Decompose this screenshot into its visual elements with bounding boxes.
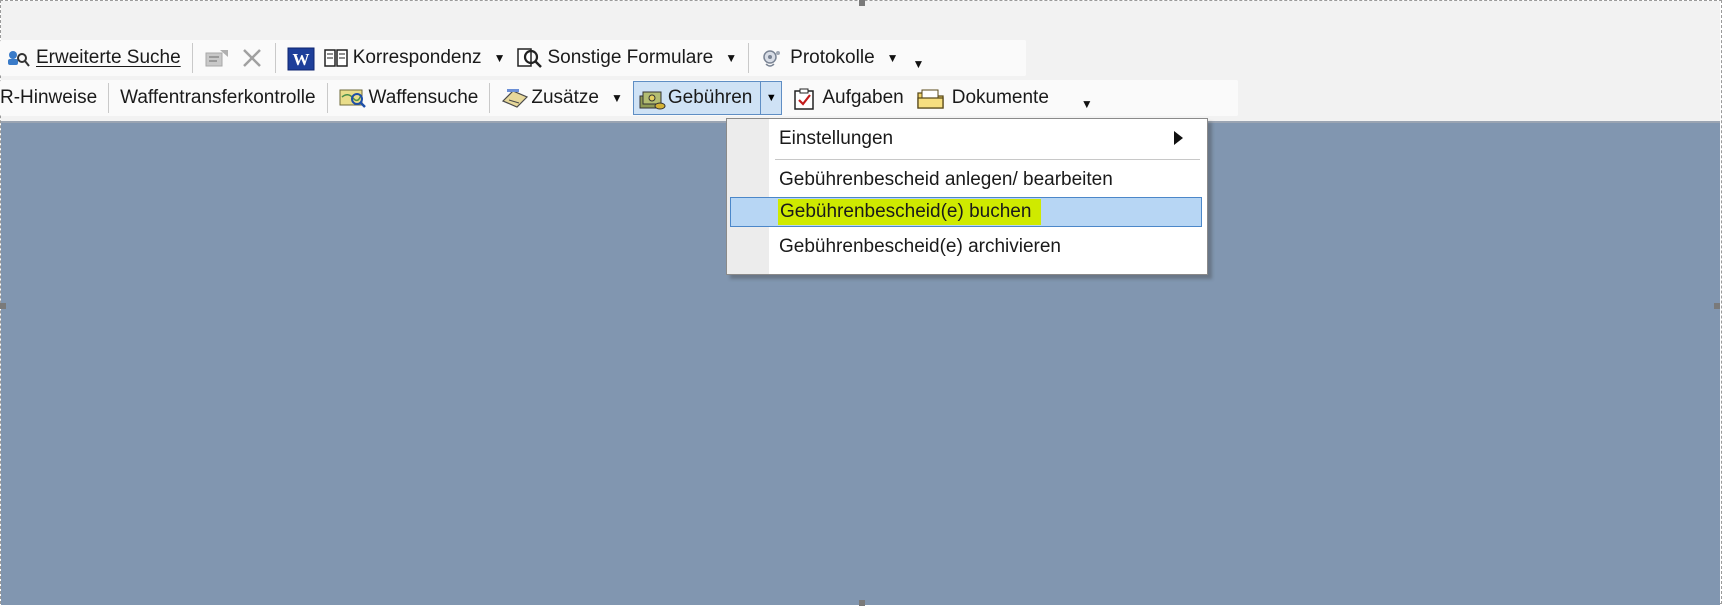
hints-button[interactable]: R-Hinweise [0,81,103,115]
toolbar-overflow-chevron[interactable]: ▼ [913,57,925,71]
toolbar-separator [108,83,110,113]
map-search-icon [339,87,366,109]
word-icon: W [287,47,315,71]
resize-handle-top[interactable] [859,0,865,6]
toolbar-separator [274,43,276,73]
tasks-button[interactable]: Aufgaben [786,81,909,115]
toolbar-row-1: Erweiterte Suche W Korrespondenz ▼ Sonst… [0,40,1026,76]
extended-search-label: Erweiterte Suche [36,47,181,68]
tasks-icon [792,87,816,110]
menu-item-create-edit-fee-notice[interactable]: Gebührenbescheid anlegen/ bearbeiten [769,163,1203,196]
menu-item-label: Gebührenbescheid anlegen/ bearbeiten [779,168,1113,190]
edit-disabled-icon [204,47,228,69]
resize-handle-left[interactable] [0,303,6,309]
other-forms-dropdown-arrow[interactable]: ▼ [725,51,737,65]
menu-item-settings[interactable]: Einstellungen [769,122,1203,155]
protocols-button[interactable]: Protokolle ▼ ▼ [754,41,930,75]
tasks-label: Aufgaben [822,87,904,108]
weapon-transfer-control-label: Waffentransferkontrolle [120,87,316,108]
additions-button[interactable]: Zusätze ▼ [495,81,628,115]
menu-item-label-highlighted: Gebührenbescheid(e) buchen [778,199,1042,225]
fees-dropdown-menu: Einstellungen Gebührenbescheid anlegen/ … [726,118,1208,275]
additions-icon [501,87,529,109]
money-icon [638,87,666,110]
toolbar-separator [191,43,193,73]
folder-icon [916,87,946,109]
form-search-icon [517,47,543,69]
fees-button[interactable]: Gebühren [634,81,761,115]
menu-separator [775,159,1200,160]
menu-item-book-fee-notices[interactable]: Gebührenbescheid(e) buchen [730,197,1202,227]
resize-handle-right[interactable] [1714,303,1720,309]
menu-item-label: Gebührenbescheid(e) archivieren [779,235,1061,257]
toolbar-separator [326,83,328,113]
hints-label: R-Hinweise [0,87,98,108]
correspondence-icon [323,47,348,69]
documents-button[interactable]: Dokumente ▼ [910,81,1099,115]
toolbar-overflow-chevron[interactable]: ▼ [1081,97,1093,111]
additions-dropdown-arrow[interactable]: ▼ [611,91,623,105]
toolbar-separator [489,83,491,113]
documents-label: Dokumente [951,87,1049,108]
correspondence-label: Korrespondenz [352,47,482,68]
weapon-search-label: Waffensuche [368,87,479,108]
fees-label: Gebühren [667,87,753,108]
submenu-arrow-icon [1174,131,1183,145]
correspondence-dropdown-arrow[interactable]: ▼ [494,51,506,65]
correspondence-button[interactable]: Korrespondenz ▼ [317,41,512,75]
fees-dropdown-arrow[interactable]: ▼ [760,82,781,114]
extended-search-button[interactable]: Erweiterte Suche [0,41,187,75]
toolbar-separator [748,43,750,73]
other-forms-label: Sonstige Formulare [547,47,714,68]
word-button[interactable]: W [281,41,317,75]
search-people-icon [6,47,30,69]
menu-item-archive-fee-notices[interactable]: Gebührenbescheid(e) archivieren [769,230,1203,263]
menu-item-label: Einstellungen [779,127,894,149]
svg-text:W: W [292,50,309,69]
protocol-icon [760,47,784,69]
toolbar-row-2: R-Hinweise Waffentransferkontrolle Waffe… [0,80,1238,116]
other-forms-button[interactable]: Sonstige Formulare ▼ [511,41,743,75]
weapon-search-button[interactable]: Waffensuche [333,81,485,115]
delete-button-disabled[interactable] [234,41,270,75]
additions-label: Zusätze [531,87,599,108]
weapon-transfer-control-button[interactable]: Waffentransferkontrolle [114,81,321,115]
edit-button-disabled[interactable] [198,41,234,75]
resize-handle-bottom[interactable] [859,600,865,606]
fees-split-button[interactable]: Gebühren ▼ [632,81,783,115]
delete-icon [240,47,264,69]
protocols-label: Protokolle [790,47,875,68]
protocols-dropdown-arrow[interactable]: ▼ [887,51,899,65]
